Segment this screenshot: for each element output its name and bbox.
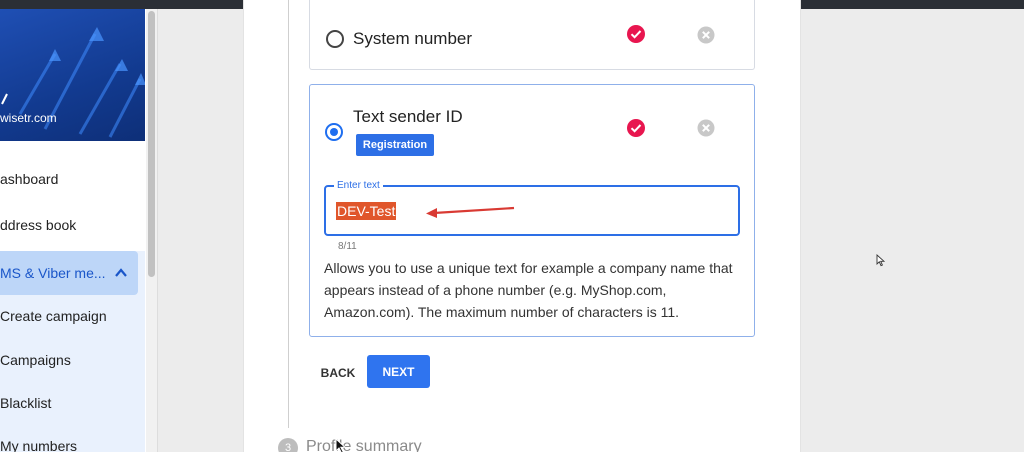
cancel-circle-icon — [697, 119, 715, 137]
mouse-pointer-icon — [335, 438, 347, 452]
check-circle-icon — [627, 119, 645, 137]
stepper-connector — [288, 0, 289, 428]
annotation-arrow-icon — [426, 206, 515, 218]
sidebar-item-campaigns[interactable]: Campaigns — [0, 338, 145, 382]
character-counter: 8/11 — [338, 241, 357, 252]
sidebar-scrollbar-thumb[interactable] — [148, 11, 155, 277]
option-title-system-number: System number — [353, 29, 473, 48]
check-circle-icon — [627, 25, 645, 43]
next-button[interactable]: NEXT — [367, 355, 430, 388]
sidebar-item-dashboard[interactable]: ashboard — [0, 157, 145, 201]
option-description: Allows you to use a unique text for exam… — [324, 260, 733, 320]
sender-id-input-label: Enter text — [334, 180, 383, 191]
step-label-profile-summary[interactable]: Profile summary — [306, 438, 422, 452]
step-number-badge: 3 — [278, 438, 298, 452]
sidebar: wisetr.com ashboard ddress book MS & Vib… — [0, 9, 158, 452]
sidebar-group-label: MS & Viber me... — [0, 265, 106, 281]
sidebar-item-blacklist[interactable]: Blacklist — [0, 381, 145, 425]
back-button[interactable]: BACK — [314, 358, 362, 388]
mouse-pointer-icon — [876, 254, 885, 267]
registration-badge: Registration — [356, 134, 434, 156]
sidebar-brand-banner: wisetr.com — [0, 9, 145, 141]
sidebar-item-my-numbers[interactable]: My numbers — [0, 424, 145, 452]
chevron-up-icon — [115, 268, 127, 277]
cancel-circle-icon — [697, 26, 715, 44]
sidebar-group-toggle[interactable]: MS & Viber me... — [0, 251, 138, 295]
sidebar-item-create-campaign[interactable]: Create campaign — [0, 294, 145, 338]
sidebar-item-address-book[interactable]: ddress book — [0, 203, 145, 247]
radio-system-number[interactable] — [326, 30, 344, 48]
option-title-text-sender-id: Text sender ID — [353, 107, 463, 126]
sender-id-input-value[interactable]: DEV-Test — [336, 202, 397, 220]
radio-text-sender-id[interactable] — [325, 123, 343, 141]
brand-url: wisetr.com — [0, 111, 57, 125]
